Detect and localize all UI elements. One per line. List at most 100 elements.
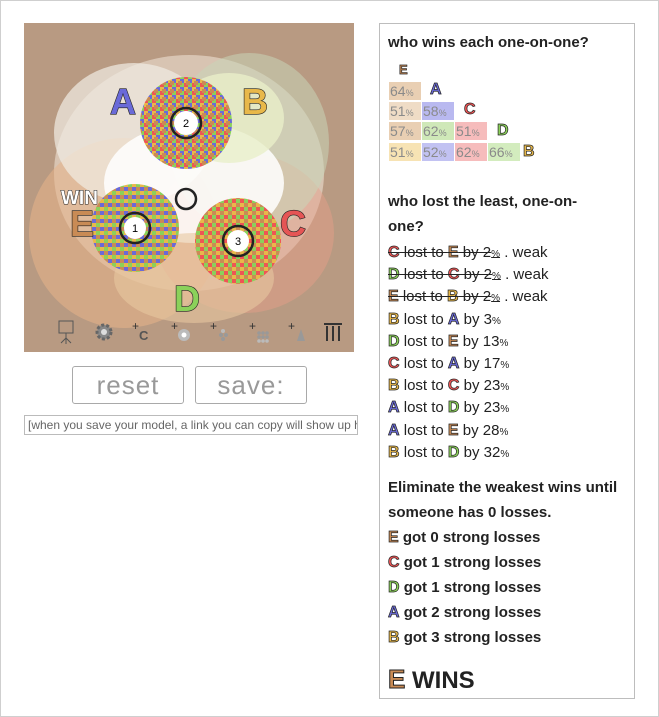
candidate-c[interactable]: C — [279, 202, 306, 244]
add-voter-group-icon[interactable]: + — [205, 319, 235, 345]
loss-text: lost to — [399, 310, 448, 328]
strong-loss-text: got 1 strong losses — [399, 579, 542, 597]
candidate-d[interactable]: D — [173, 277, 200, 319]
margin-text: by 23 — [459, 399, 501, 417]
loser-letter: B — [388, 310, 400, 328]
svg-text:+: + — [288, 321, 295, 333]
matrix-letter-c: C — [464, 101, 476, 119]
winner-banner: E WINS — [387, 664, 474, 695]
candidate-letter: E — [388, 529, 399, 547]
loss-text: lost to — [398, 288, 448, 306]
loss-row: C lost to A by 17% — [388, 354, 634, 376]
candidate-b[interactable]: B — [241, 80, 268, 122]
lost-least-heading: who lost the least, one-on-one? — [388, 193, 578, 235]
add-candidate-c-icon[interactable]: + C — [127, 319, 157, 345]
loss-text: lost to — [399, 332, 448, 350]
weak-tag: . weak — [500, 244, 548, 261]
candidate-a[interactable]: A — [109, 80, 136, 122]
margin-text: by 2 — [458, 288, 492, 306]
save-button[interactable]: save: — [195, 366, 307, 404]
simulation-drawing[interactable]: 2 1 3 A B C D E WIN — [24, 23, 354, 352]
margin-unit: % — [500, 404, 510, 416]
winner-letter: E — [447, 421, 459, 439]
voter-group-2[interactable]: 2 — [140, 77, 232, 169]
margin-unit: % — [500, 382, 510, 394]
loss-statement: B lost to D by 32% — [388, 443, 510, 461]
strong-loss-row: A got 2 strong losses — [388, 600, 634, 625]
matrix-cell: 64% — [389, 82, 421, 100]
winner-letter: D — [447, 399, 460, 417]
candidate-letter: D — [388, 579, 400, 597]
weak-loss-row: C lost to E by 2% . weak — [388, 243, 634, 265]
margin-text: by 2 — [458, 244, 492, 261]
bars-icon[interactable] — [318, 319, 348, 345]
svg-text:+: + — [249, 321, 256, 333]
eliminate-heading: Eliminate the weakest wins until someone… — [388, 479, 618, 522]
margin-text: by 17 — [459, 355, 501, 373]
loser-letter: E — [388, 288, 399, 306]
matrix-cell: 66% — [488, 143, 520, 161]
loss-text: lost to — [399, 266, 448, 284]
link-output-field[interactable]: [when you save your model, a link you ca… — [24, 415, 358, 435]
matrix-cell: 62% — [455, 143, 487, 161]
candidate-letter: B — [388, 629, 400, 647]
loser-letter: D — [388, 332, 400, 350]
place-icon[interactable] — [51, 319, 81, 345]
loss-text: lost to — [399, 421, 448, 439]
winner-letter: E — [387, 664, 406, 695]
loss-statement: B lost to A by 3% — [388, 310, 501, 328]
add-voter-icon[interactable]: + — [166, 319, 196, 345]
simulation-canvas[interactable]: 2 1 3 A B C D E WIN + C + + + + — [24, 23, 354, 352]
winner-letter: C — [447, 377, 460, 395]
loss-statement: A lost to D by 23% — [388, 399, 510, 417]
loss-text: lost to — [399, 399, 448, 417]
pairwise-matrix: E A C D B 64% 51% 58% 57% 62% 51% 51% 52… — [388, 57, 634, 177]
loss-row: B lost to A by 3% — [388, 310, 634, 332]
loser-letter: C — [388, 355, 400, 373]
voter-group-label-1: 1 — [132, 223, 138, 235]
matrix-cell: 51% — [389, 102, 421, 120]
voter-group-3[interactable]: 3 — [195, 198, 281, 284]
pairwise-heading: who wins each one-on-one? — [388, 34, 589, 51]
winner-letter: E — [447, 332, 459, 350]
loss-text: lost to — [399, 244, 448, 261]
margin-unit: % — [491, 249, 501, 260]
matrix-cell: 58% — [422, 102, 454, 120]
winner-letter: B — [447, 288, 459, 306]
matrix-letter-b: B — [523, 143, 535, 161]
matrix-letter-e: E — [399, 62, 408, 78]
add-spread-icon[interactable]: + — [283, 319, 313, 345]
loss-text: lost to — [399, 377, 448, 395]
margin-text: by 2 — [459, 266, 493, 284]
svg-text:+: + — [171, 321, 178, 333]
margin-text: by 28 — [458, 421, 500, 439]
matrix-cell: 52% — [422, 143, 454, 161]
margin-text: by 13 — [458, 332, 500, 350]
strong-loss-text: got 3 strong losses — [399, 629, 542, 647]
loss-text: lost to — [399, 443, 448, 461]
loss-list: C lost to E by 2% . weak D lost to C by 2… — [388, 243, 634, 465]
winner-letter: D — [447, 443, 460, 461]
results-panel: who wins each one-on-one? E A C D B 64% … — [379, 23, 635, 699]
loser-letter: B — [388, 377, 400, 395]
winner-letter: C — [447, 266, 460, 284]
candidate-e[interactable]: E — [69, 202, 94, 244]
reset-button[interactable]: reset — [72, 366, 184, 404]
loss-statement: D lost to C by 2% — [388, 266, 501, 284]
candidate-letter: A — [388, 604, 400, 622]
matrix-letter-d: D — [497, 122, 509, 140]
loss-row: A lost to D by 23% — [388, 398, 634, 420]
add-dense-group-icon[interactable]: + — [244, 319, 274, 345]
margin-unit: % — [500, 448, 510, 460]
candidate-letter: C — [388, 554, 400, 572]
gear-icon[interactable] — [89, 319, 119, 345]
loser-letter: A — [388, 399, 400, 417]
voter-group-1[interactable]: 1 — [91, 184, 179, 272]
loss-row: A lost to E by 28% — [388, 421, 634, 443]
loss-statement: E lost to B by 2% — [388, 288, 500, 306]
margin-unit: % — [500, 360, 510, 372]
voter-group-label-2: 2 — [183, 118, 189, 130]
margin-unit: % — [499, 337, 509, 349]
matrix-cell: 51% — [455, 122, 487, 140]
strong-loss-text: got 2 strong losses — [399, 604, 542, 622]
